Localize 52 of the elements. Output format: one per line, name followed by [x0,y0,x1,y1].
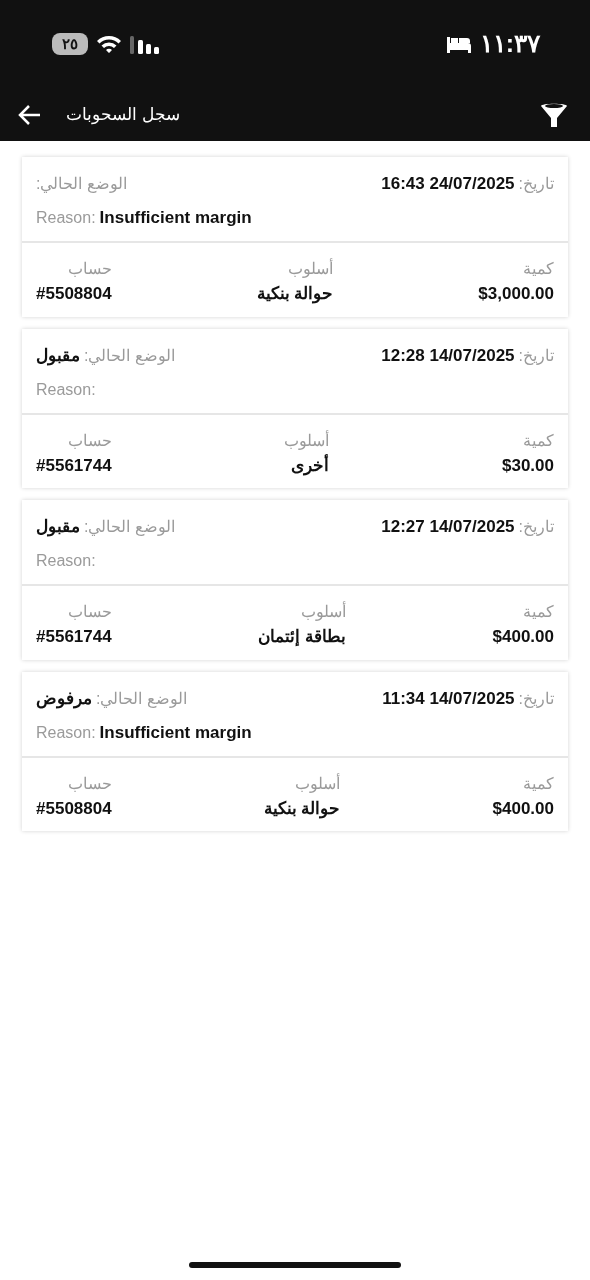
clock-time: ١١:٣٧ [479,28,540,60]
status-value: مقبول [36,516,80,539]
method-value: حوالة بنكية [263,797,341,821]
status-label: الوضع الحالي: [36,174,127,195]
date-label: تاريخ: [518,345,554,367]
amount-label: كمية [522,430,554,451]
method-label: أسلوب [294,772,341,795]
account-label: حساب [66,259,112,279]
account-label: حساب [66,430,112,451]
account-value: #5508804 [36,283,112,305]
method-value: أخرى [290,453,330,478]
method-label: أسلوب [284,429,330,452]
account-label: حساب [66,773,112,794]
status-label: الوضع الحالي: [84,345,175,367]
date-value: 12:28 14/07/2025 [381,344,515,367]
account-value: #5561744 [36,454,112,477]
amount-label: كمية [522,773,554,794]
battery-icon: ٢٥ [52,33,88,55]
reason-label: Reason: [36,208,96,228]
status-label: الوضع الحالي: [96,688,187,710]
reason-label: Reason: [36,379,96,400]
back-arrow-icon[interactable] [18,103,42,126]
amount-value: $400.00 [492,797,554,820]
date-label: تاريخ: [518,174,554,195]
amount-value: $30.00 [502,454,554,477]
account-label: حساب [66,602,112,622]
amount-label: كمية [522,259,554,279]
method-value: حوالة بنكية [256,283,334,306]
signal-icon [130,34,160,54]
status-value: مرفوض [36,687,92,711]
status-value: مقبول [36,344,80,368]
method-label: أسلوب [299,600,346,623]
method-value: بطاقة إئتمان [258,626,346,648]
status-label: الوضع الحالي: [84,517,175,538]
amount-value: $400.00 [492,626,554,648]
reason-value: Insufficient margin [99,721,252,744]
reason-label: Reason: [36,551,96,571]
date-label: تاريخ: [518,517,554,538]
amount-label: كمية [522,602,554,622]
account-value: #5508804 [36,797,112,820]
amount-value: $3,000.00 [478,283,554,305]
reason-value: Insufficient margin [99,207,252,230]
method-label: أسلوب [287,257,334,280]
screen-title: سجل السحوبات [66,103,181,127]
wifi-icon [96,34,122,54]
date-value: 12:27 14/07/2025 [381,516,515,539]
account-value: #5561744 [36,626,112,648]
reason-label: Reason: [36,722,96,743]
bed-icon [445,34,472,54]
date-label: تاريخ: [518,688,554,710]
date-value: 11:34 14/07/2025 [382,687,515,710]
date-value: 16:43 24/07/2025 [381,173,515,196]
